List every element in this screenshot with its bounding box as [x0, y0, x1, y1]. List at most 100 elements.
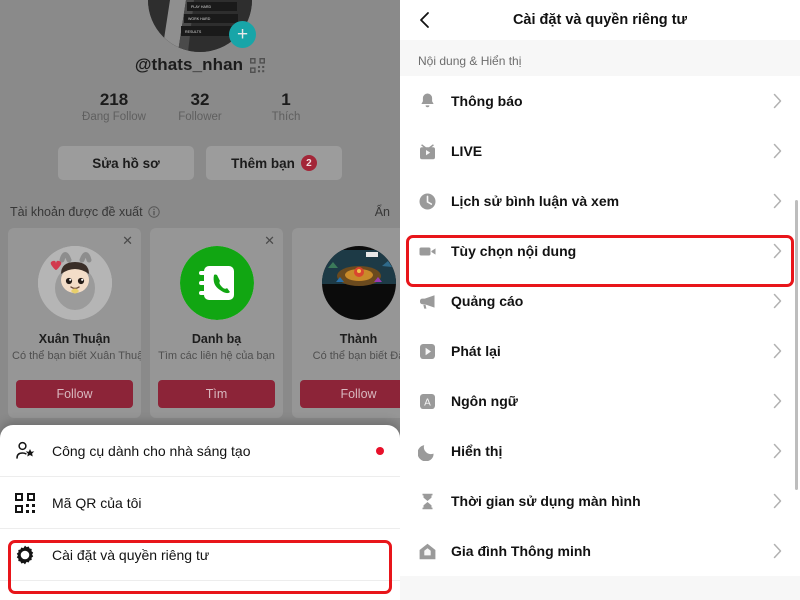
settings-header: Cài đặt và quyền riêng tư	[400, 0, 800, 40]
settings-item-label: Lịch sử bình luận và xem	[451, 193, 620, 209]
chevron-right-icon	[773, 443, 782, 459]
live-tv-icon	[418, 142, 437, 161]
person-star-icon	[14, 440, 36, 462]
suggested-card-name: Danh bạ	[191, 332, 242, 346]
svg-text:WORK HARD: WORK HARD	[188, 17, 211, 21]
notification-dot	[376, 446, 384, 455]
vertical-scrollbar[interactable]	[795, 200, 798, 490]
menu-item-creator-tools[interactable]: Công cụ dành cho nhà sáng tạo	[0, 425, 400, 477]
chevron-right-icon	[773, 393, 782, 409]
settings-item-comment-watch-history[interactable]: Lịch sử bình luận và xem	[400, 176, 800, 226]
stats-row: 218 Đang Follow 32 Follower 1 Thích	[0, 90, 400, 123]
menu-item-settings-privacy[interactable]: Cài đặt và quyền riêng tư	[0, 529, 400, 581]
follow-button[interactable]: Follow	[300, 380, 400, 408]
edit-profile-button[interactable]: Sửa hồ sơ	[58, 146, 194, 180]
info-icon[interactable]	[147, 206, 160, 218]
settings-item-label: Hiển thị	[451, 443, 503, 459]
chevron-right-icon	[773, 143, 782, 159]
follow-button[interactable]: Follow	[16, 380, 133, 408]
close-icon[interactable]: ✕	[122, 234, 133, 247]
stat-label: Đang Follow	[82, 111, 146, 123]
settings-panel: Cài đặt và quyền riêng tư Nội dung & Hiể…	[400, 0, 800, 600]
settings-item-label: Ngôn ngữ	[451, 393, 518, 409]
screenshot-root: LIFE IS HARD WORK HARD TRY HARDER BE PAT…	[0, 0, 800, 600]
settings-item-language[interactable]: A Ngôn ngữ	[400, 376, 800, 426]
settings-item-notifications[interactable]: Thông báo	[400, 76, 800, 126]
settings-section-label: Nội dung & Hiển thị	[418, 54, 522, 68]
chevron-right-icon	[773, 93, 782, 109]
qr-code-icon	[14, 492, 36, 514]
clock-icon	[418, 192, 437, 211]
suggested-accounts-header: Tài khoản được đề xuất Ẩn	[10, 205, 390, 219]
stat-likes[interactable]: 1 Thích	[243, 90, 329, 123]
page-title: Cài đặt và quyền riêng tư	[512, 12, 688, 28]
suggested-card[interactable]: ✕	[292, 228, 400, 418]
chevron-right-icon	[773, 193, 782, 209]
play-box-icon	[418, 342, 437, 361]
svg-text:A: A	[424, 397, 431, 408]
settings-item-label: Tùy chọn nội dung	[451, 243, 577, 259]
back-chevron-icon[interactable]	[416, 11, 434, 29]
settings-item-label: Thông báo	[451, 93, 523, 109]
suggested-card-subtitle: Có thể bạn biết Đă	[312, 350, 400, 362]
stat-value: 1	[281, 90, 291, 109]
suggested-card[interactable]: ✕ Danh bạ Tìm các liên hệ của bạn Tìm	[150, 228, 283, 418]
qr-code-icon[interactable]	[250, 57, 266, 73]
avatar	[37, 246, 112, 320]
contacts-phone-icon	[179, 246, 254, 320]
suggested-title-group: Tài khoản được đề xuất	[10, 205, 160, 219]
close-icon[interactable]: ✕	[264, 234, 275, 247]
settings-item-playback[interactable]: Phát lại	[400, 326, 800, 376]
chevron-right-icon	[773, 493, 782, 509]
menu-item-my-qr-code[interactable]: Mã QR của tôi	[0, 477, 400, 529]
username-row: @thats_nhan	[0, 55, 400, 75]
suggested-title: Tài khoản được đề xuất	[10, 205, 143, 219]
stat-following[interactable]: 218 Đang Follow	[71, 90, 157, 123]
settings-item-label: LIVE	[451, 143, 483, 159]
house-icon	[418, 542, 437, 561]
suggested-card-name: Xuân Thuận	[38, 332, 111, 346]
settings-item-live[interactable]: LIVE	[400, 126, 800, 176]
bottom-sheet-menu: Công cụ dành cho nhà sáng tạo Mã QR của …	[0, 425, 400, 600]
avatar-wrap: LIFE IS HARD WORK HARD TRY HARDER BE PAT…	[148, 0, 256, 52]
settings-list: Thông báo LIVE Lịch sử bình luận và xem	[400, 76, 800, 576]
find-contacts-button[interactable]: Tìm	[158, 380, 275, 408]
suggested-accounts-list: ✕ Xuân Thuận Có thể bạn biết Xuân Thuận …	[8, 228, 400, 418]
settings-item-content-preferences[interactable]: Tùy chọn nội dung	[400, 226, 800, 276]
hourglass-icon	[418, 492, 437, 511]
add-friends-label: Thêm bạn	[231, 155, 295, 171]
stat-label: Follower	[178, 111, 222, 123]
suggested-card-subtitle: Có thể bạn biết Xuân Thuận	[12, 350, 141, 362]
bell-icon	[418, 92, 437, 111]
suggested-card-subtitle: Tìm các liên hệ của bạn	[158, 350, 275, 362]
suggested-card[interactable]: ✕	[8, 228, 141, 418]
stat-value: 32	[190, 90, 210, 109]
menu-item-label: Cài đặt và quyền riêng tư	[52, 546, 210, 563]
settings-item-label: Thời gian sử dụng màn hình	[451, 493, 641, 509]
chevron-right-icon	[773, 243, 782, 259]
game-screenshot-avatar	[321, 246, 396, 320]
stat-followers[interactable]: 32 Follower	[157, 90, 243, 123]
video-camera-icon	[418, 242, 437, 261]
hide-suggested-button[interactable]: Ẩn	[375, 205, 390, 219]
moon-icon	[418, 442, 437, 461]
settings-item-screen-time[interactable]: Thời gian sử dụng màn hình	[400, 476, 800, 526]
profile-actions: Sửa hồ sơ Thêm bạn 2	[0, 146, 400, 180]
cartoon-bunny-avatar	[37, 246, 112, 320]
menu-item-label: Mã QR của tôi	[52, 494, 142, 511]
menu-item-label: Công cụ dành cho nhà sáng tạo	[52, 442, 251, 459]
svg-text:PLAY HARD: PLAY HARD	[191, 5, 211, 9]
settings-item-label: Phát lại	[451, 343, 501, 359]
megaphone-icon	[418, 292, 437, 311]
settings-item-family-pairing[interactable]: Gia đình Thông minh	[400, 526, 800, 576]
add-to-profile-button[interactable]: +	[229, 21, 256, 48]
chevron-right-icon	[773, 343, 782, 359]
chevron-right-icon	[773, 293, 782, 309]
suggested-card-name: Thành	[339, 332, 378, 346]
settings-item-display[interactable]: Hiển thị	[400, 426, 800, 476]
gear-icon	[14, 544, 36, 566]
add-friends-button[interactable]: Thêm bạn 2	[206, 146, 342, 180]
profile-panel: LIFE IS HARD WORK HARD TRY HARDER BE PAT…	[0, 0, 400, 600]
avatar	[321, 246, 396, 320]
settings-item-ads[interactable]: Quảng cáo	[400, 276, 800, 326]
